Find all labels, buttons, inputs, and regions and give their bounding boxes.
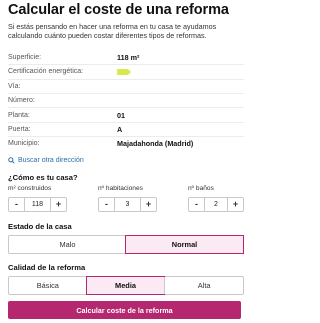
state-option-malo[interactable]: Malo [9, 236, 126, 253]
area-stepper-group: m² construidos - 118 + [8, 185, 67, 212]
property-value: A [117, 124, 123, 134]
rooms-label: nº habitaciones [98, 184, 143, 192]
page-title: Calcular el coste de una reforma [8, 2, 229, 18]
property-row: Certificación energética: [8, 64, 244, 78]
quality-option-basica[interactable]: Básica [9, 277, 87, 294]
property-value: Majadahonda (Madrid) [117, 139, 194, 149]
property-row: Superficie: 118 m² [8, 50, 244, 64]
rooms-value[interactable]: 3 [114, 197, 141, 211]
property-row: Número: [8, 92, 244, 107]
search-icon [8, 157, 15, 164]
calculate-cost-button[interactable]: Calcular coste de la reforma [8, 301, 241, 319]
baths-value[interactable]: 2 [204, 197, 228, 211]
property-row: Municipio: Majadahonda (Madrid) [8, 136, 244, 150]
state-option-normal[interactable]: Normal [125, 234, 244, 254]
property-row: Planta: 01 [8, 107, 244, 121]
quality-section-title: Calidad de la reforma [8, 262, 86, 272]
intro-text: Si estás pensando en hacer una reforma e… [8, 22, 217, 41]
baths-stepper: - 2 + [188, 196, 244, 212]
area-label: m² construidos [8, 184, 52, 192]
baths-plus-button[interactable]: + [228, 198, 243, 211]
house-section-title: ¿Cómo es tu casa? [8, 172, 78, 182]
rooms-minus-button[interactable]: - [99, 198, 114, 211]
quality-option-media[interactable]: Media [85, 275, 166, 295]
quality-option-alta[interactable]: Alta [164, 276, 243, 294]
property-label: Superficie: [8, 53, 42, 61]
search-other-address-link[interactable]: Buscar otra dirección [8, 156, 244, 166]
property-row: Vía: [8, 78, 244, 93]
property-label: Certificación energética: [8, 68, 84, 76]
area-value[interactable]: 118 [24, 197, 51, 211]
property-label: Planta: [8, 111, 30, 119]
rooms-plus-button[interactable]: + [141, 198, 156, 211]
property-value: 118 m² [117, 52, 140, 62]
property-label: Vía: [8, 82, 21, 90]
property-details: Superficie: 118 m² Certificación energét… [8, 50, 244, 151]
property-label: Puerta: [8, 125, 31, 133]
area-plus-button[interactable]: + [51, 198, 66, 211]
rooms-stepper-group: nº habitaciones - 3 + [98, 185, 157, 212]
baths-minus-button[interactable]: - [189, 198, 204, 211]
baths-stepper-group: nº baños - 2 + [188, 185, 244, 212]
property-label: Municipio: [8, 140, 40, 148]
state-selector: Malo Normal [8, 234, 244, 254]
search-link-label: Buscar otra dirección [18, 157, 84, 165]
house-steppers: m² construidos - 118 + nº habitaciones -… [8, 185, 244, 212]
property-value: 01 [117, 110, 125, 120]
property-label: Número: [8, 97, 35, 105]
area-minus-button[interactable]: - [9, 198, 24, 211]
area-stepper: - 118 + [8, 196, 67, 212]
energy-rating-icon [117, 68, 131, 75]
property-row: Puerta: A [8, 121, 244, 136]
quality-selector: Básica Media Alta [8, 275, 244, 295]
rooms-stepper: - 3 + [98, 196, 157, 212]
state-section-title: Estado de la casa [8, 221, 72, 231]
baths-label: nº baños [188, 184, 214, 192]
